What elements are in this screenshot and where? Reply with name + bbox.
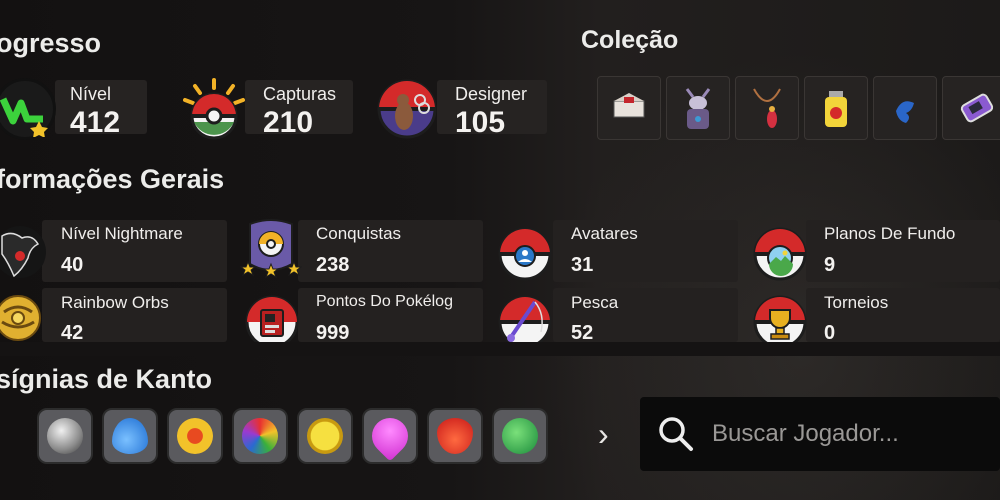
stat-label-captures: Capturas xyxy=(263,84,337,104)
kanto-badges-title: sígnias de Kanto xyxy=(0,364,213,394)
pokeball-sun-icon xyxy=(183,78,245,140)
avatar-pokeball-icon xyxy=(497,226,553,282)
stat-label-avatars: Avatares xyxy=(571,224,638,243)
stat-value-level: 412 xyxy=(70,106,121,139)
landscape-pokeball-icon xyxy=(752,226,808,282)
stat-label-nightmare: Nível Nightmare xyxy=(61,224,183,243)
general-info-title: formações Gerais xyxy=(0,164,225,194)
designer-scissors-icon xyxy=(376,78,438,140)
thunder-badge-icon[interactable] xyxy=(167,408,223,464)
purple-device-item-icon[interactable] xyxy=(942,76,1000,140)
search-input[interactable] xyxy=(710,411,994,457)
search-icon xyxy=(656,414,696,459)
cascade-badge-icon[interactable] xyxy=(102,408,158,464)
stat-label-fishing: Pesca xyxy=(571,293,619,312)
progress-title: ogresso xyxy=(0,28,102,58)
stat-value-captures: 210 xyxy=(263,106,314,139)
pendant-item-icon[interactable] xyxy=(735,76,799,140)
stars-pokeball-icon xyxy=(239,218,303,282)
blue-creature-item-icon[interactable] xyxy=(873,76,937,140)
darkrai-icon xyxy=(0,226,46,278)
stat-label-tournaments: Torneios xyxy=(824,293,889,312)
soul-badge-icon[interactable] xyxy=(297,408,353,464)
stat-label-pokelog: Pontos Do Pokélog xyxy=(316,293,453,310)
stat-value-nightmare: 40 xyxy=(61,254,84,276)
stat-label-level: Nível xyxy=(70,84,112,104)
marsh-badge-icon[interactable] xyxy=(362,408,418,464)
level-icon xyxy=(0,78,56,140)
stat-label-rainbow-orbs: Rainbow Orbs xyxy=(61,293,169,312)
stat-value-avatars: 31 xyxy=(571,254,594,276)
row-fade xyxy=(0,342,1000,356)
collection-title: Coleção xyxy=(581,26,679,54)
volcano-badge-icon[interactable] xyxy=(427,408,483,464)
stat-value-achievements: 238 xyxy=(316,254,350,276)
stat-value-backgrounds: 9 xyxy=(824,254,836,276)
boulder-badge-icon[interactable] xyxy=(37,408,93,464)
next-arrow-button[interactable]: › xyxy=(598,416,609,453)
stat-label-designer: Designer xyxy=(455,84,528,104)
rainbow-badge-icon[interactable] xyxy=(232,408,288,464)
stat-label-backgrounds: Planos De Fundo xyxy=(824,224,956,243)
potion-jar-item-icon[interactable] xyxy=(804,76,868,140)
mewtwo-armor-item-icon[interactable] xyxy=(666,76,730,140)
rainbow-orb-icon xyxy=(0,292,44,344)
earth-badge-icon[interactable] xyxy=(492,408,548,464)
stat-label-achievements: Conquistas xyxy=(316,224,402,243)
player-search-box[interactable] xyxy=(640,397,1000,471)
stat-value-designer: 105 xyxy=(455,106,506,139)
red-box-item-icon[interactable] xyxy=(597,76,661,140)
